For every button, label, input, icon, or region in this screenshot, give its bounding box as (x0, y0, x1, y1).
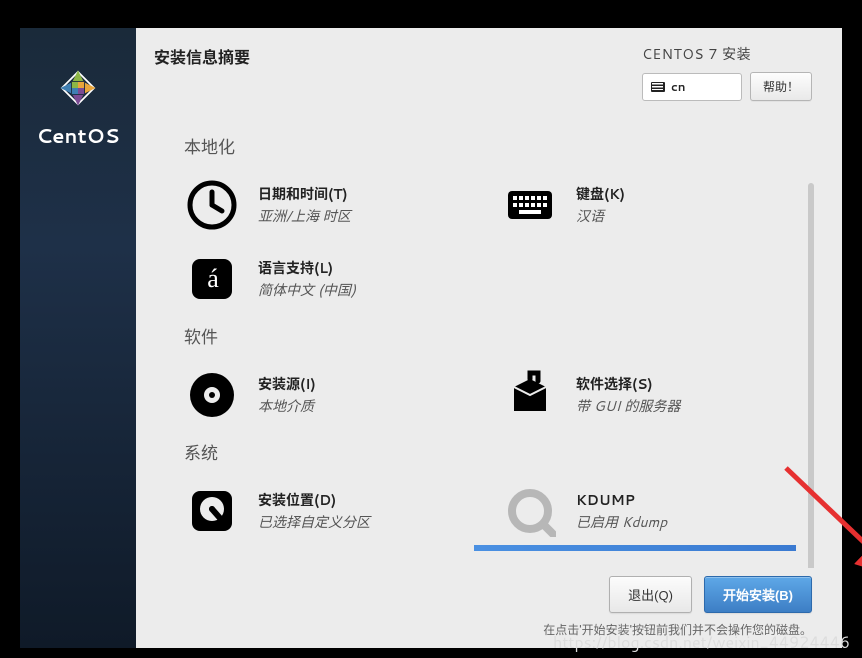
quit-button[interactable]: 退出(Q) (609, 576, 692, 613)
spoke-source-title: 安装源(I) (258, 374, 316, 394)
spoke-selection-title: 软件选择(S) (576, 374, 680, 394)
spoke-installation-source[interactable]: 安装源(I) 本地介质 (184, 365, 484, 425)
selection-highlight-bar (474, 545, 796, 551)
spoke-software-selection[interactable]: 软件选择(S) 带 GUI 的服务器 (502, 365, 802, 425)
spoke-datetime-status: 亚洲/上海 时区 (258, 206, 351, 226)
spoke-installation-destination[interactable]: 安装位置(D) 已选择自定义分区 (184, 481, 484, 541)
keyboard-layout-indicator[interactable]: cn (642, 73, 742, 101)
package-icon (502, 367, 558, 423)
centos-logo (50, 60, 106, 116)
spoke-keyboard[interactable]: 键盘(K) 汉语 (502, 175, 802, 235)
watermark: https://blog.csdn.net/weixin_44924446 (553, 631, 850, 654)
sidebar: CentOS (20, 28, 136, 648)
spoke-source-status: 本地介质 (258, 396, 316, 416)
sidebar-brand-label: CentOS (36, 122, 119, 150)
keyboard-layout-code: cn (671, 78, 686, 95)
keyboard-small-icon (651, 82, 665, 92)
content-scrollbar[interactable] (808, 183, 814, 568)
header-brand: CENTOS 7 安装 (642, 44, 751, 64)
begin-installation-button[interactable]: 开始安装(B) (704, 576, 812, 613)
spoke-language-title: 语言支持(L) (258, 258, 356, 278)
spoke-destination-title: 安装位置(D) (258, 490, 370, 510)
main-pane: 安装信息摘要 CENTOS 7 安装 cn 帮助！ 本地化 (136, 28, 842, 648)
section-system-title: 系统 (184, 439, 802, 465)
spoke-datetime[interactable]: 日期和时间(T) 亚洲/上海 时区 (184, 175, 484, 235)
summary-content: 本地化 日期和时间(T) 亚洲/上海 时区 (136, 101, 842, 568)
spoke-language-status: 简体中文 (中国) (258, 280, 356, 300)
disc-icon (184, 367, 240, 423)
spoke-kdump-status: 已启用 Kdump (576, 512, 667, 532)
page-title: 安装信息摘要 (154, 44, 250, 69)
section-software-title: 软件 (184, 323, 802, 349)
harddisk-icon (184, 483, 240, 539)
spoke-keyboard-title: 键盘(K) (576, 184, 625, 204)
spoke-datetime-title: 日期和时间(T) (258, 184, 351, 204)
section-localization-title: 本地化 (184, 133, 802, 159)
spoke-language[interactable]: á 语言支持(L) 简体中文 (中国) (184, 249, 484, 309)
help-button[interactable]: 帮助！ (750, 72, 812, 101)
spoke-kdump-title: KDUMP (576, 490, 667, 510)
kdump-icon (502, 483, 558, 539)
spoke-kdump[interactable]: KDUMP 已启用 Kdump (502, 481, 802, 541)
spoke-keyboard-status: 汉语 (576, 206, 625, 226)
spoke-destination-status: 已选择自定义分区 (258, 512, 370, 532)
svg-text:á: á (207, 264, 219, 293)
clock-icon (184, 177, 240, 233)
header: 安装信息摘要 CENTOS 7 安装 cn 帮助！ (136, 28, 842, 101)
spoke-selection-status: 带 GUI 的服务器 (576, 396, 680, 416)
keyboard-icon (502, 177, 558, 233)
language-icon: á (184, 251, 240, 307)
